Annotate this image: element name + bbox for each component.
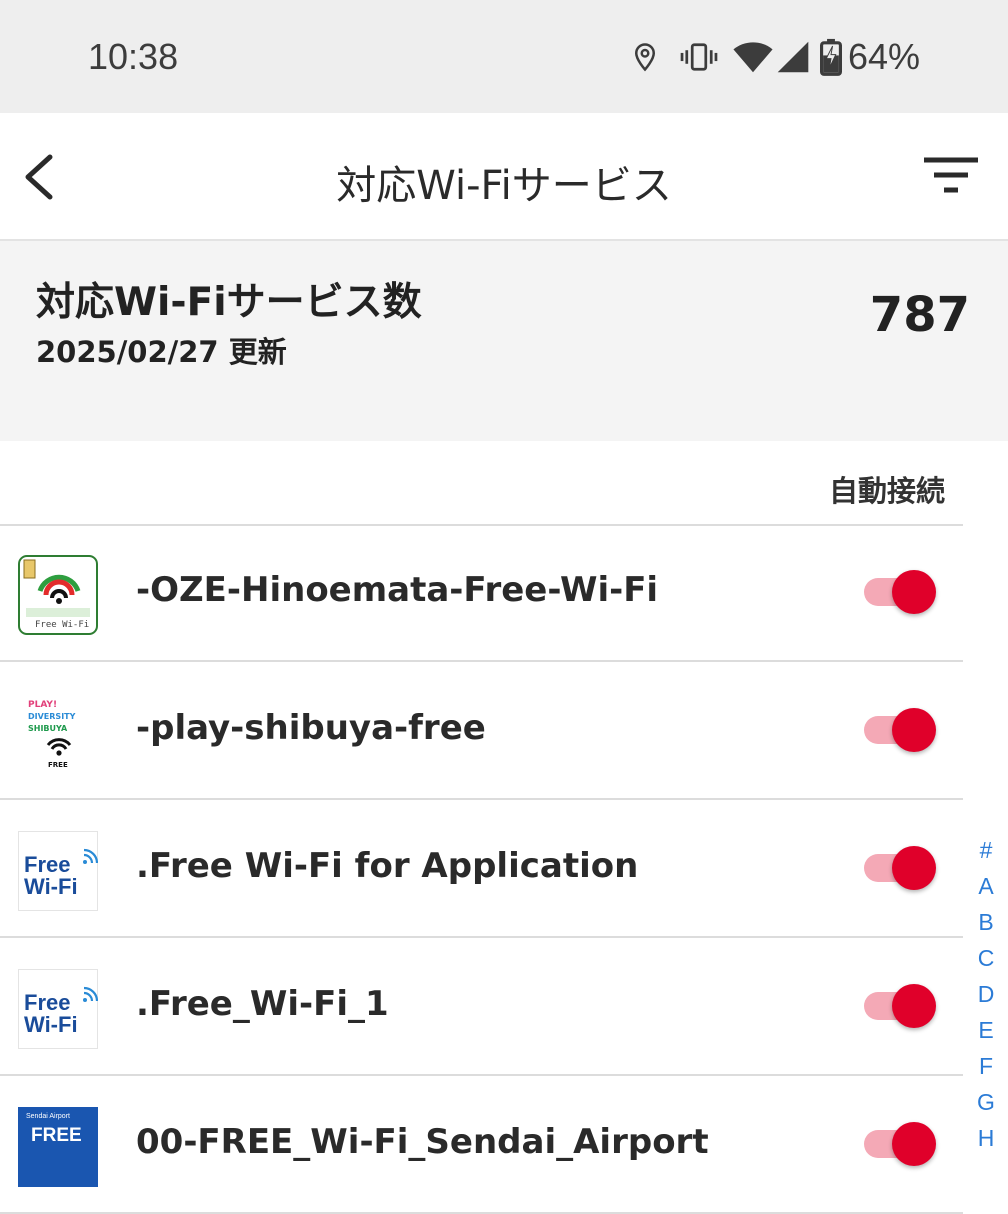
list-item[interactable]: Free Wi-Fi .Free_Wi-Fi_1 <box>0 938 963 1076</box>
wifi-service-name: -play-shibuya-free <box>136 708 486 748</box>
free-wifi-logo-text-2: Wi-Fi <box>24 874 78 899</box>
oze-hinoemata-logo-icon: Free Wi-Fi <box>18 555 98 635</box>
filter-button[interactable] <box>922 155 982 199</box>
auto-connect-header: 自動接続 <box>828 474 945 508</box>
play-logo-line2: DIVERSITY <box>28 712 76 721</box>
summary-updated-date: 2025/02/27 更新 <box>36 335 287 369</box>
toggle-thumb <box>892 984 936 1028</box>
auto-connect-toggle[interactable] <box>864 982 938 1030</box>
alphabet-index: # A B C D E F G H <box>966 832 1006 1156</box>
summary-panel: 対応Wi-Fiサービス数 2025/02/27 更新 787 <box>0 241 1008 441</box>
vibrate-icon <box>680 43 718 71</box>
wifi-service-name: .Free Wi-Fi for Application <box>136 846 639 886</box>
free-wifi-logo-icon: Free Wi-Fi <box>18 831 98 911</box>
status-time: 10:38 <box>88 36 179 77</box>
page-title: 対応Wi-Fiサービス <box>336 163 672 209</box>
summary-title: 対応Wi-Fiサービス数 <box>36 280 422 325</box>
index-letter-b[interactable]: B <box>966 904 1006 940</box>
battery-charging-icon <box>819 38 842 76</box>
play-logo-line3: SHIBUYA <box>28 724 68 733</box>
sendai-airport-logo-icon: Sendai Airport FREE <box>18 1107 98 1187</box>
index-letter-d[interactable]: D <box>966 976 1006 1012</box>
auto-connect-toggle[interactable] <box>864 706 938 754</box>
auto-connect-toggle[interactable] <box>864 1120 938 1168</box>
filter-icon <box>924 157 978 193</box>
index-letter-h[interactable]: H <box>966 1120 1006 1156</box>
index-letter-c[interactable]: C <box>966 940 1006 976</box>
toggle-thumb <box>892 1122 936 1166</box>
toggle-thumb <box>892 708 936 752</box>
list-item[interactable]: PLAY! DIVERSITY SHIBUYA FREE -play-shibu… <box>0 662 963 800</box>
free-wifi-logo-icon: Free Wi-Fi <box>18 969 98 1049</box>
location-icon <box>634 43 655 72</box>
oze-logo-caption: Free Wi-Fi <box>35 620 89 630</box>
sendai-logo-top: Sendai Airport <box>26 1113 70 1120</box>
wifi-service-name: 00-FREE_Wi-Fi_Sendai_Airport <box>136 1122 709 1162</box>
index-letter-e[interactable]: E <box>966 1012 1006 1048</box>
cell-signal-icon <box>777 41 809 73</box>
app-bar: 対応Wi-Fiサービス <box>0 113 1008 241</box>
play-logo-line4: FREE <box>48 761 68 769</box>
play-logo-line1: PLAY! <box>28 700 57 710</box>
list-header: 自動接続 <box>0 442 963 526</box>
free-wifi-logo-text-2: Wi-Fi <box>24 1012 78 1037</box>
list-item[interactable]: Free Wi-Fi .Free Wi-Fi for Application <box>0 800 963 938</box>
toggle-thumb <box>892 570 936 614</box>
toggle-thumb <box>892 846 936 890</box>
battery-percentage: 64% <box>847 36 920 77</box>
wifi-service-list: Free Wi-Fi -OZE-Hinoemata-Free-Wi-Fi PLA… <box>0 524 963 1214</box>
auto-connect-toggle[interactable] <box>864 844 938 892</box>
list-item[interactable]: Free Wi-Fi -OZE-Hinoemata-Free-Wi-Fi <box>0 524 963 662</box>
index-letter-f[interactable]: F <box>966 1048 1006 1084</box>
auto-connect-toggle[interactable] <box>864 568 938 616</box>
status-icons: 64% <box>630 36 920 78</box>
sendai-logo-free: FREE <box>31 1125 82 1146</box>
wifi-service-name: .Free_Wi-Fi_1 <box>136 984 389 1024</box>
index-letter-g[interactable]: G <box>966 1084 1006 1120</box>
list-item[interactable]: Sendai Airport FREE 00-FREE_Wi-Fi_Sendai… <box>0 1076 963 1214</box>
summary-count: 787 <box>869 287 970 343</box>
wifi-icon <box>733 42 773 73</box>
index-letter-a[interactable]: A <box>966 868 1006 904</box>
status-bar: 10:38 64% <box>0 0 1008 113</box>
index-letter-hash[interactable]: # <box>966 832 1006 868</box>
play-shibuya-logo-icon: PLAY! DIVERSITY SHIBUYA FREE <box>18 693 98 773</box>
wifi-service-name: -OZE-Hinoemata-Free-Wi-Fi <box>136 570 659 610</box>
